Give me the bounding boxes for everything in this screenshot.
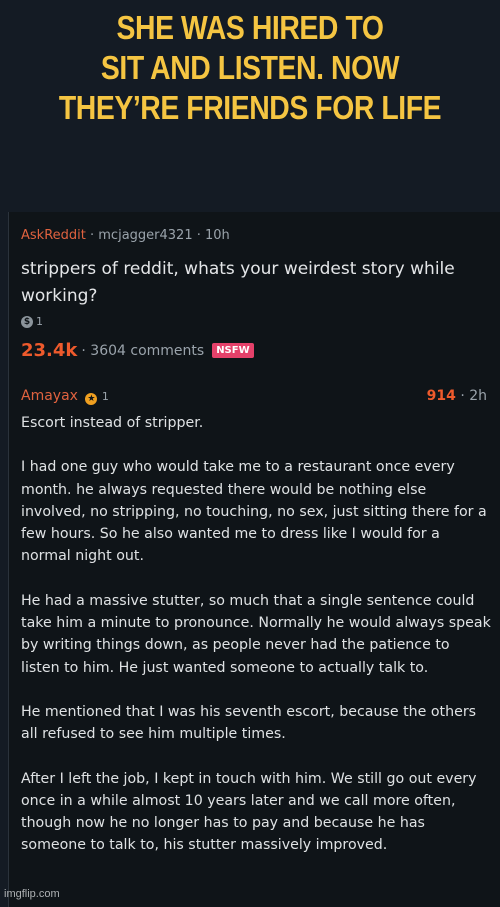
post-stats: 23.4k · 3604 comments NSFW [21, 340, 254, 361]
comment-paragraph: After I left the job, I kept in touch wi… [21, 770, 477, 854]
subreddit-link[interactable]: AskReddit [21, 228, 86, 243]
post-title[interactable]: strippers of reddit, whats your weirdest… [21, 256, 481, 310]
reddit-screenshot: AskReddit · mcjagger4321 · 10h strippers… [8, 212, 500, 907]
headline-line-2: SIT AND LISTEN. NOW [100, 49, 400, 86]
post-author[interactable]: mcjagger4321 [98, 228, 192, 243]
nsfw-badge: NSFW [212, 343, 254, 358]
comment-author[interactable]: Amayax [21, 388, 78, 404]
post-score: 23.4k [21, 340, 78, 361]
flair-count: 1 [101, 390, 109, 403]
silver-award-icon: $ [21, 315, 33, 328]
post-time: 10h [205, 228, 230, 243]
comment-body: Escort instead of stripper. I had one gu… [21, 412, 491, 879]
comment-paragraph: He mentioned that I was his seventh esco… [21, 703, 477, 743]
comment-score-time: 914 · 2h [427, 388, 487, 404]
comment-score: 914 [426, 388, 456, 404]
headline-line-3: THEY’RE FRIENDS FOR LIFE [58, 89, 442, 126]
comment-time: · 2h [460, 388, 487, 404]
comment-paragraph: Escort instead of stripper. [21, 415, 204, 431]
star-flair-icon: ★ [85, 393, 98, 405]
imgflip-watermark: imgflip.com [4, 888, 60, 900]
comment-count[interactable]: · 3604 comments [81, 343, 204, 359]
award-row: $ 1 [21, 315, 43, 328]
award-count: 1 [36, 315, 43, 328]
comment-header: Amayax ★ 1 914 · 2h [21, 388, 491, 408]
meta-separator: · [85, 228, 99, 243]
headline-line-1: SHE WAS HIRED TO [116, 9, 384, 46]
meme-headline: SHE WAS HIRED TO SIT AND LISTEN. NOW THE… [35, 8, 465, 128]
post-meta: AskReddit · mcjagger4321 · 10h [21, 228, 230, 243]
comment-paragraph: I had one guy who would take me to a res… [21, 459, 487, 565]
meta-separator: · [192, 228, 205, 243]
comment-paragraph: He had a massive stutter, so much that a… [21, 592, 491, 676]
